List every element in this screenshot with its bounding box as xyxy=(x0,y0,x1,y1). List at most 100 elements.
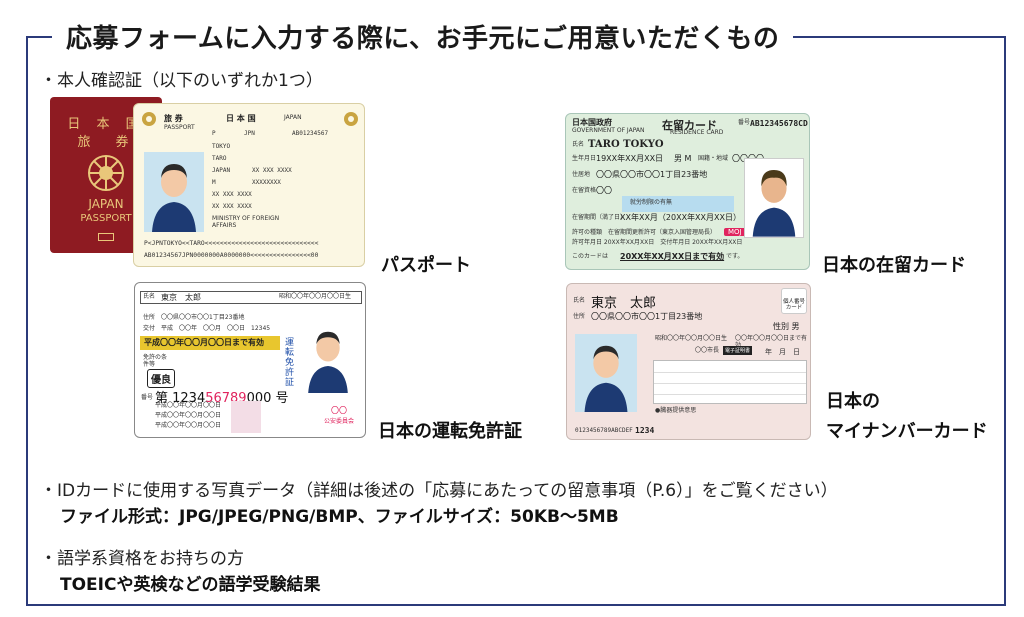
dl-seal: 〇〇 公安委員会 xyxy=(319,405,359,425)
dl-row-1: 平成〇〇年〇〇月〇〇日 xyxy=(155,402,222,409)
mn-addr-label: 住所 xyxy=(573,313,586,320)
dl-badge: 優良 xyxy=(147,369,175,388)
dl-cond-label: 免許の条件等 xyxy=(143,354,168,368)
rc-permit: 許可の種類 在留期間更新許可（東京入国管理局長） xyxy=(572,229,717,236)
page-country: 日 本 国 xyxy=(226,114,256,123)
person-avatar-icon xyxy=(752,169,796,237)
page-japan: JAPAN xyxy=(284,114,302,121)
mn-dob: 昭和〇〇年〇〇月〇〇日生 xyxy=(655,335,728,342)
mn-pin: 1234 xyxy=(635,426,655,435)
pp-issue: XX XXX XXXX xyxy=(212,191,252,198)
rc-valid-tail: です。 xyxy=(726,253,744,260)
mn-sex: 性別 男 xyxy=(773,322,800,331)
mynumber-caption-line2: マイナンバーカード xyxy=(826,421,988,442)
rc-number: AB12345678CD xyxy=(750,119,808,128)
language-section-heading: ・語学系資格をお持ちの方 xyxy=(40,549,244,569)
rc-nat-label: 国籍・地域 xyxy=(698,155,729,162)
pp-surname: TOKYO xyxy=(212,143,231,150)
dl-name: 東京 太郎 xyxy=(161,293,201,302)
rc-gov-en: GOVERNMENT OF JAPAN xyxy=(572,127,645,134)
dl-addr: 〇〇県〇〇市〇〇1丁目23番地 xyxy=(161,314,245,321)
mrz-line-2: AB01234567JPN0000000A0000000<<<<<<<<<<<<… xyxy=(144,252,319,259)
rc-period-label: 在留期間（満了日） xyxy=(572,214,627,221)
mn-name: 東京 太郎 xyxy=(591,296,657,311)
mynumber-caption-line1: 日本の xyxy=(826,391,880,412)
dl-side-title: 運転免許証 xyxy=(285,338,295,388)
mn-name-label: 氏名 xyxy=(573,297,586,304)
dl-row-2: 平成〇〇年〇〇月〇〇日 xyxy=(155,412,222,419)
mn-badge: 個人番号カード xyxy=(781,288,807,314)
rc-work-note: 就労制限の有無 xyxy=(630,199,673,206)
dl-seal-bottom: 公安委員会 xyxy=(323,418,354,425)
biometric-chip-icon xyxy=(98,233,114,241)
person-avatar-icon xyxy=(308,331,348,393)
pp-authority: MINISTRY OF FOREIGN AFFAIRS xyxy=(212,215,280,229)
mn-stamp: 電子証明書 xyxy=(723,346,753,355)
pp-expiry: XX XXX XXXX xyxy=(212,203,252,210)
rc-addr-label: 住居地 xyxy=(572,171,591,178)
passport-photo xyxy=(144,152,204,232)
mn-addr: 〇〇県〇〇市〇〇1丁目23番地 xyxy=(591,312,703,321)
mynumber-card: 氏名 東京 太郎 住所 〇〇県〇〇市〇〇1丁目23番地 個人番号カード 性別 男… xyxy=(566,283,811,440)
residence-card: 日本国政府 GOVERNMENT OF JAPAN 在留カード RESIDENC… xyxy=(565,113,810,270)
rc-name-label: 氏名 xyxy=(572,141,585,148)
mn-memo-box xyxy=(653,360,807,404)
dl-name-label: 氏名 xyxy=(143,293,156,300)
rc-period: XX年XX月（20XX年XX月XX日） xyxy=(620,213,741,222)
language-section-detail: TOEICや英検などの語学受験結果 xyxy=(60,575,321,595)
id-section-heading: ・本人確認証（以下のいずれか1つ） xyxy=(40,71,323,91)
rc-moj: MOJ xyxy=(724,228,746,236)
dl-category-grid xyxy=(231,401,261,433)
rc-sex: 男 M xyxy=(674,154,692,163)
rc-no-label: 番号 xyxy=(738,119,751,126)
dl-seal-top: 〇〇 xyxy=(331,406,347,415)
rc-status: 〇〇 xyxy=(596,186,612,195)
rc-status-label: 在留資格 xyxy=(572,187,597,194)
pp-sex: M xyxy=(212,179,216,186)
person-avatar-icon xyxy=(584,345,628,412)
rc-work-box: 就労制限の有無 xyxy=(622,196,734,212)
photo-section-detail: ファイル形式：JPG/JPEG/PNG/BMP、ファイルサイズ：50KB〜5MB xyxy=(60,507,619,527)
mrz-line-1: P<JPNTOKYO<<TARO<<<<<<<<<<<<<<<<<<<<<<<<… xyxy=(144,240,319,247)
page-passport: PASSPORT xyxy=(164,124,195,131)
mn-photo xyxy=(575,334,637,412)
pp-given: TARO xyxy=(212,155,227,162)
dl-validity-bar: 平成〇〇年〇〇月〇〇日まで有効 xyxy=(140,336,280,350)
passport-caption: パスポート xyxy=(381,255,471,276)
rc-valid-label: このカードは xyxy=(572,253,609,260)
rc-name: TARO TOKYO xyxy=(588,139,664,150)
mn-code: 0123456789ABCDEF xyxy=(575,427,633,434)
rc-addr: 〇〇県〇〇市〇〇1丁目23番地 xyxy=(596,170,708,179)
residence-caption: 日本の在留カード xyxy=(822,255,966,276)
chrysanthemum-icon xyxy=(88,155,124,191)
page-kanji: 旅 券 xyxy=(164,114,183,123)
rc-permit-date: 許可年月日 20XX年XX月XX日 交付年月日 20XX年XX月XX日 xyxy=(572,239,743,246)
page-title: 応募フォームに入力する際に、お手元にご用意いただくもの xyxy=(66,23,780,54)
pp-type: P xyxy=(212,130,216,137)
dl-num-label: 番号 xyxy=(141,394,154,401)
rc-photo xyxy=(744,158,804,238)
dl-issue: 平成 〇〇年 〇〇月 〇〇日 12345 xyxy=(161,325,271,332)
dl-validity: 平成〇〇年〇〇月〇〇日まで有効 xyxy=(144,338,264,347)
dl-dob: 昭和〇〇年〇〇月〇〇日生 xyxy=(279,293,352,300)
dl-row-3: 平成〇〇年〇〇月〇〇日 xyxy=(155,422,222,429)
license-caption: 日本の運転免許証 xyxy=(378,421,522,442)
mn-issuer: 〇〇市長 xyxy=(695,347,720,354)
pp-domicile: XXXXXXXX xyxy=(252,179,281,186)
dl-issue-label: 交付 xyxy=(143,325,156,332)
rc-title-en: RESIDENCE CARD xyxy=(670,129,724,136)
rc-dob-label: 生年月日 xyxy=(572,155,597,162)
person-avatar-icon xyxy=(152,164,196,232)
pp-dob: XX XXX XXXX xyxy=(252,167,292,174)
mn-ymd: 年 月 日 xyxy=(765,348,800,356)
drivers-license-card: 氏名 東京 太郎 昭和〇〇年〇〇月〇〇日生 住所 〇〇県〇〇市〇〇1丁目23番地… xyxy=(134,282,366,438)
emblem-left-icon xyxy=(142,112,156,126)
pp-nationality: JAPAN xyxy=(212,167,231,174)
emblem-right-icon xyxy=(344,112,358,126)
dl-photo xyxy=(299,321,357,393)
rc-valid: 20XX年XX月XX日まで有効 xyxy=(620,252,725,261)
pp-number: AB01234567 xyxy=(292,130,329,137)
pp-code: JPN xyxy=(244,130,255,137)
passport-data-page: 旅 券 PASSPORT 日 本 国 JAPAN P JPN AB0123456… xyxy=(133,103,365,267)
title-container: 応募フォームに入力する際に、お手元にご用意いただくもの xyxy=(52,14,794,58)
